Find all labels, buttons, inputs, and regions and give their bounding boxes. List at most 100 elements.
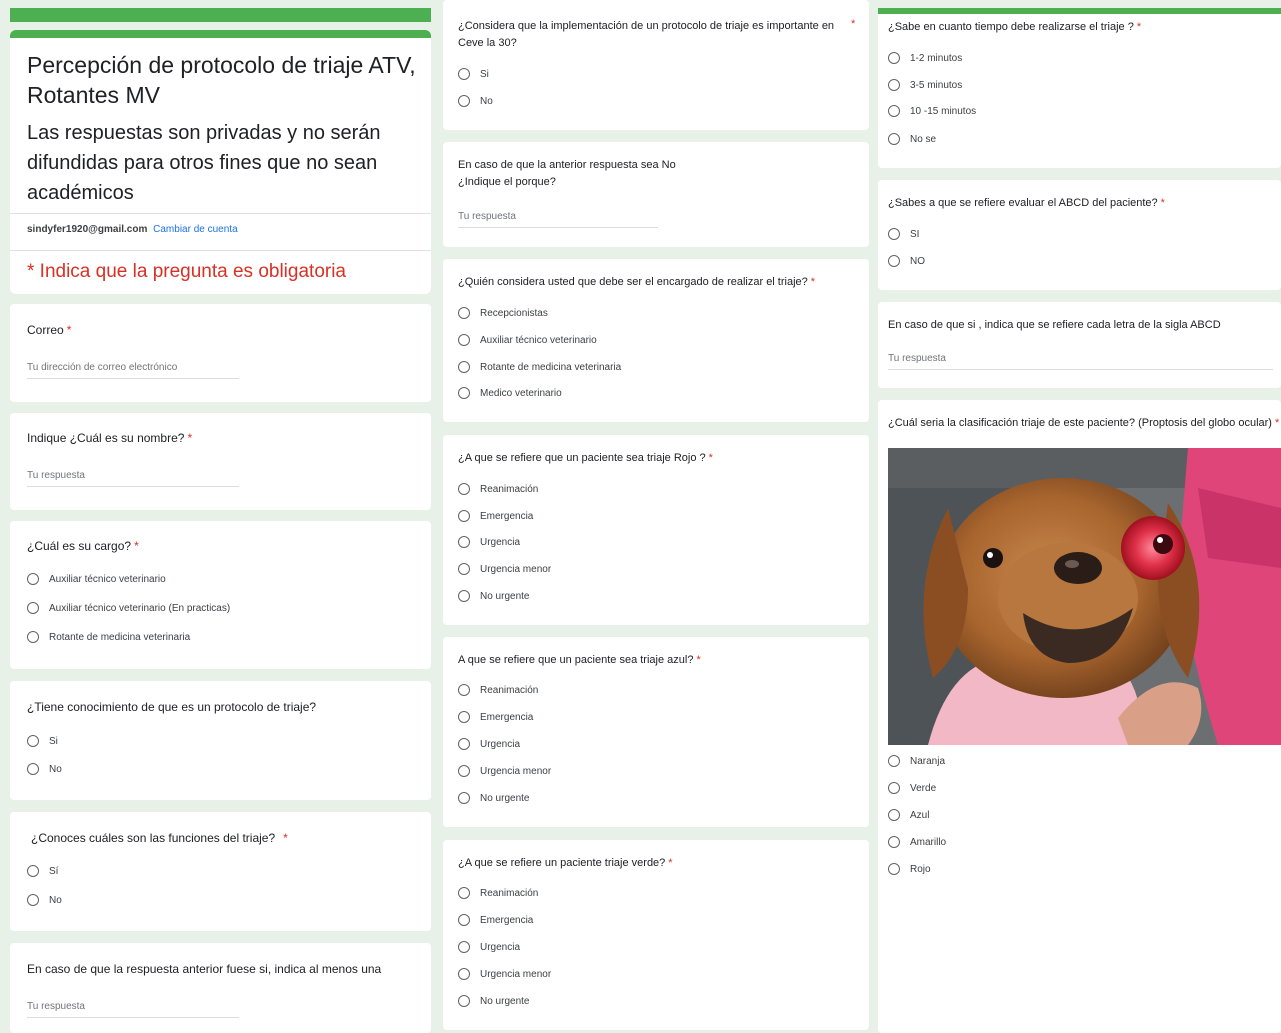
- radio-button[interactable]: [458, 536, 470, 548]
- radio-button[interactable]: [458, 334, 470, 346]
- radio-button[interactable]: [888, 863, 900, 875]
- radio-button[interactable]: [458, 765, 470, 777]
- radio-option[interactable]: No: [458, 95, 493, 107]
- answer-field[interactable]: Tu respuesta: [888, 353, 1273, 370]
- name-field[interactable]: Tu respuesta: [27, 470, 239, 487]
- radio-option[interactable]: No urgente: [458, 792, 529, 804]
- question-text: ¿Cuál seria la clasificación triaje de e…: [888, 417, 1272, 429]
- radio-button[interactable]: [458, 941, 470, 953]
- answer-field[interactable]: Tu respuesta: [27, 1001, 239, 1018]
- radio-button[interactable]: [458, 361, 470, 373]
- radio-option[interactable]: Auxiliar técnico veterinario: [27, 573, 166, 585]
- radio-button[interactable]: [888, 79, 900, 91]
- radio-option[interactable]: Auxiliar técnico veterinario: [458, 334, 597, 346]
- radio-button[interactable]: [27, 894, 39, 906]
- question-label: ¿Tiene conocimiento de que es un protoco…: [27, 700, 317, 714]
- radio-option[interactable]: 1-2 minutos: [888, 52, 962, 64]
- radio-button[interactable]: [458, 590, 470, 602]
- radio-button[interactable]: [888, 133, 900, 145]
- patient-dog-photo: [888, 448, 1281, 745]
- radio-button[interactable]: [458, 307, 470, 319]
- divider: [10, 213, 431, 214]
- radio-button[interactable]: [27, 602, 39, 614]
- radio-option[interactable]: Amarillo: [888, 836, 946, 848]
- radio-option[interactable]: Naranja: [888, 755, 945, 767]
- question-card-conocimiento: ¿Tiene conocimiento de que es un protoco…: [10, 681, 431, 800]
- required-asterisk: *: [134, 539, 139, 553]
- radio-option[interactable]: No urgente: [458, 995, 529, 1007]
- question-label: ¿Sabe en cuanto tiempo debe realizarse e…: [888, 19, 1141, 36]
- radio-option[interactable]: No se: [888, 133, 936, 145]
- form-title: Percepción de protocolo de triaje ATV, R…: [27, 52, 416, 108]
- radio-option[interactable]: Auxiliar técnico veterinario (En practic…: [27, 602, 230, 614]
- radio-button[interactable]: [458, 684, 470, 696]
- radio-option[interactable]: Urgencia: [458, 536, 520, 548]
- radio-button[interactable]: [27, 763, 39, 775]
- option-label: Naranja: [910, 755, 946, 767]
- radio-button[interactable]: [27, 865, 39, 877]
- radio-option[interactable]: Reanimación: [458, 684, 538, 696]
- radio-button[interactable]: [458, 887, 470, 899]
- radio-option[interactable]: Medico veterinario: [458, 387, 562, 399]
- option-label: Urgencia: [480, 738, 521, 750]
- radio-option[interactable]: No: [27, 894, 62, 906]
- radio-button[interactable]: [458, 483, 470, 495]
- radio-button[interactable]: [27, 631, 39, 643]
- email-field[interactable]: Tu dirección de correo electrónico: [27, 362, 239, 379]
- radio-option[interactable]: No: [27, 763, 62, 775]
- radio-option[interactable]: Emergencia: [458, 914, 533, 926]
- radio-button[interactable]: [458, 968, 470, 980]
- question-label: ¿A que se refiere un paciente triaje ver…: [458, 855, 673, 872]
- radio-option[interactable]: Si: [27, 735, 58, 747]
- radio-option[interactable]: NO: [888, 255, 925, 267]
- radio-button[interactable]: [888, 255, 900, 267]
- question-text: ¿A que se refiere un paciente triaje ver…: [458, 857, 666, 869]
- radio-option[interactable]: Sí: [27, 865, 58, 877]
- radio-button[interactable]: [458, 995, 470, 1007]
- radio-option[interactable]: Urgencia menor: [458, 968, 551, 980]
- switch-account-link[interactable]: Cambiar de cuenta: [153, 224, 238, 235]
- radio-option[interactable]: Recepcionistas: [458, 307, 548, 319]
- radio-option[interactable]: Rotante de medicina veterinaria: [458, 361, 621, 373]
- radio-option[interactable]: Emergencia: [458, 711, 533, 723]
- radio-option[interactable]: Urgencia: [458, 738, 520, 750]
- radio-button[interactable]: [458, 738, 470, 750]
- radio-option[interactable]: Verde: [888, 782, 936, 794]
- radio-option[interactable]: Urgencia menor: [458, 563, 551, 575]
- question-card-abcd-letras: En caso de que si , indica que se refier…: [878, 302, 1281, 388]
- radio-button[interactable]: [888, 755, 900, 767]
- radio-option[interactable]: SI: [888, 228, 919, 240]
- radio-option[interactable]: No urgente: [458, 590, 529, 602]
- radio-button[interactable]: [888, 105, 900, 117]
- radio-option[interactable]: Rotante de medicina veterinaria: [27, 631, 190, 643]
- radio-button[interactable]: [458, 510, 470, 522]
- radio-button[interactable]: [888, 809, 900, 821]
- radio-option[interactable]: Urgencia menor: [458, 765, 551, 777]
- radio-option[interactable]: Reanimación: [458, 483, 538, 495]
- radio-option[interactable]: Azul: [888, 809, 929, 821]
- radio-option[interactable]: Rojo: [888, 863, 931, 875]
- radio-button[interactable]: [458, 914, 470, 926]
- radio-button[interactable]: [458, 95, 470, 107]
- radio-button[interactable]: [458, 68, 470, 80]
- radio-button[interactable]: [458, 711, 470, 723]
- radio-option[interactable]: 10 -15 minutos: [888, 105, 976, 117]
- radio-button[interactable]: [458, 387, 470, 399]
- radio-button[interactable]: [27, 573, 39, 585]
- radio-option[interactable]: Reanimación: [458, 887, 538, 899]
- radio-button[interactable]: [888, 782, 900, 794]
- question-card-azul: A que se refiere que un paciente sea tri…: [443, 637, 869, 827]
- radio-button[interactable]: [888, 836, 900, 848]
- required-note: * Indica que la pregunta es obligatoria: [27, 261, 347, 282]
- radio-button[interactable]: [888, 228, 900, 240]
- answer-field[interactable]: Tu respuesta: [458, 211, 658, 228]
- radio-option[interactable]: Urgencia: [458, 941, 520, 953]
- radio-button[interactable]: [458, 563, 470, 575]
- radio-option[interactable]: Si: [458, 68, 489, 80]
- radio-option[interactable]: Emergencia: [458, 510, 533, 522]
- question-card-tiempo: ¿Sabe en cuanto tiempo debe realizarse e…: [878, 14, 1281, 168]
- radio-button[interactable]: [888, 52, 900, 64]
- radio-button[interactable]: [27, 735, 39, 747]
- radio-option[interactable]: 3-5 minutos: [888, 79, 962, 91]
- radio-button[interactable]: [458, 792, 470, 804]
